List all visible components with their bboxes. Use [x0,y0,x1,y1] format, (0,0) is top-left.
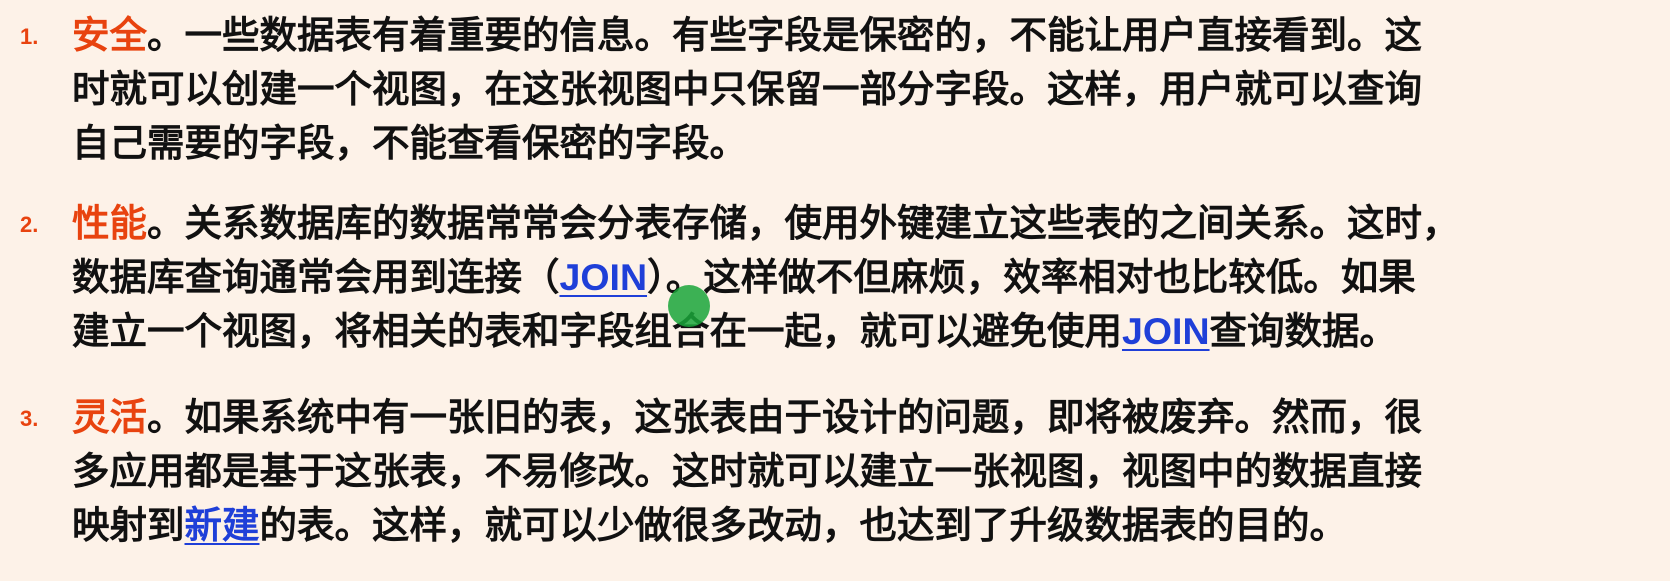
paragraph-line: 数据库查询通常会用到连接（JOIN）。这样做不但麻烦，效率相对也比较低。如果 [72,250,1632,304]
paragraph-line: 映射到新建的表。这样，就可以少做很多改动，也达到了升级数据表的目的。 [72,498,1632,552]
paragraph-line: 时就可以创建一个视图，在这张视图中只保留一部分字段。这样，用户就可以查询 [72,62,1632,116]
new-table-link[interactable]: 新建 [185,503,260,547]
item-number: 2. [20,212,39,237]
paragraph-line: 建立一个视图，将相关的表和字段组合在一起，就可以避免使用JOIN查询数据。 [72,304,1632,358]
line-text: 的表。这样，就可以少做很多改动，也达到了升级数据表的目的。 [259,503,1348,547]
paragraph-line: 多应用都是基于这张表，不易修改。这时就可以建立一张视图，视图中的数据直接 [72,444,1632,498]
join-link[interactable]: JOIN [560,256,648,298]
item-keyword: 灵活 [72,395,147,439]
slide: 1. 安全。一些数据表有着重要的信息。有些字段是保密的，不能让用户直接看到。这 … [0,0,1670,581]
item-keyword: 安全 [72,13,147,57]
paragraph-line: 灵活。如果系统中有一张旧的表，这张表由于设计的问题，即将被废弃。然而，很 [72,390,1632,444]
line-text: 映射到 [72,503,185,547]
paragraph-line: 安全。一些数据表有着重要的信息。有些字段是保密的，不能让用户直接看到。这 [72,8,1632,62]
paragraph-line: 自己需要的字段，不能查看保密的字段。 [72,116,1632,170]
item-number: 3. [20,406,39,431]
item-paragraph: 灵活。如果系统中有一张旧的表，这张表由于设计的问题，即将被废弃。然而，很 多应用… [72,390,1632,552]
line-text: 自己需要的字段，不能查看保密的字段。 [72,121,747,165]
line-text: 时就可以创建一个视图，在这张视图中只保留一部分字段。这样，用户就可以查询 [72,67,1422,111]
item-number: 1. [20,24,39,49]
line-text: 。如果系统中有一张旧的表，这张表由于设计的问题，即将被废弃。然而，很 [147,395,1422,439]
paragraph-line: 性能。关系数据库的数据常常会分表存储，使用外键建立这些表的之间关系。这时， [72,196,1632,250]
join-link[interactable]: JOIN [1122,310,1210,352]
line-text: 查询数据。 [1209,309,1398,353]
line-text: 。关系数据库的数据常常会分表存储，使用外键建立这些表的之间关系。这时， [147,201,1460,245]
line-text: 数据库查询通常会用到连接（ [72,255,560,299]
line-text: 建立一个视图，将相关的表和字段组合在一起，就可以避免使用 [72,309,1122,353]
line-text: ）。这样做不但麻烦，效率相对也比较低。如果 [647,255,1416,299]
item-keyword: 性能 [72,201,147,245]
line-text: 多应用都是基于这张表，不易修改。这时就可以建立一张视图，视图中的数据直接 [72,449,1422,493]
item-paragraph: 性能。关系数据库的数据常常会分表存储，使用外键建立这些表的之间关系。这时， 数据… [72,196,1632,358]
item-paragraph: 安全。一些数据表有着重要的信息。有些字段是保密的，不能让用户直接看到。这 时就可… [72,8,1632,170]
pointer-highlight-icon [668,285,710,327]
line-text: 。一些数据表有着重要的信息。有些字段是保密的，不能让用户直接看到。这 [147,13,1422,57]
